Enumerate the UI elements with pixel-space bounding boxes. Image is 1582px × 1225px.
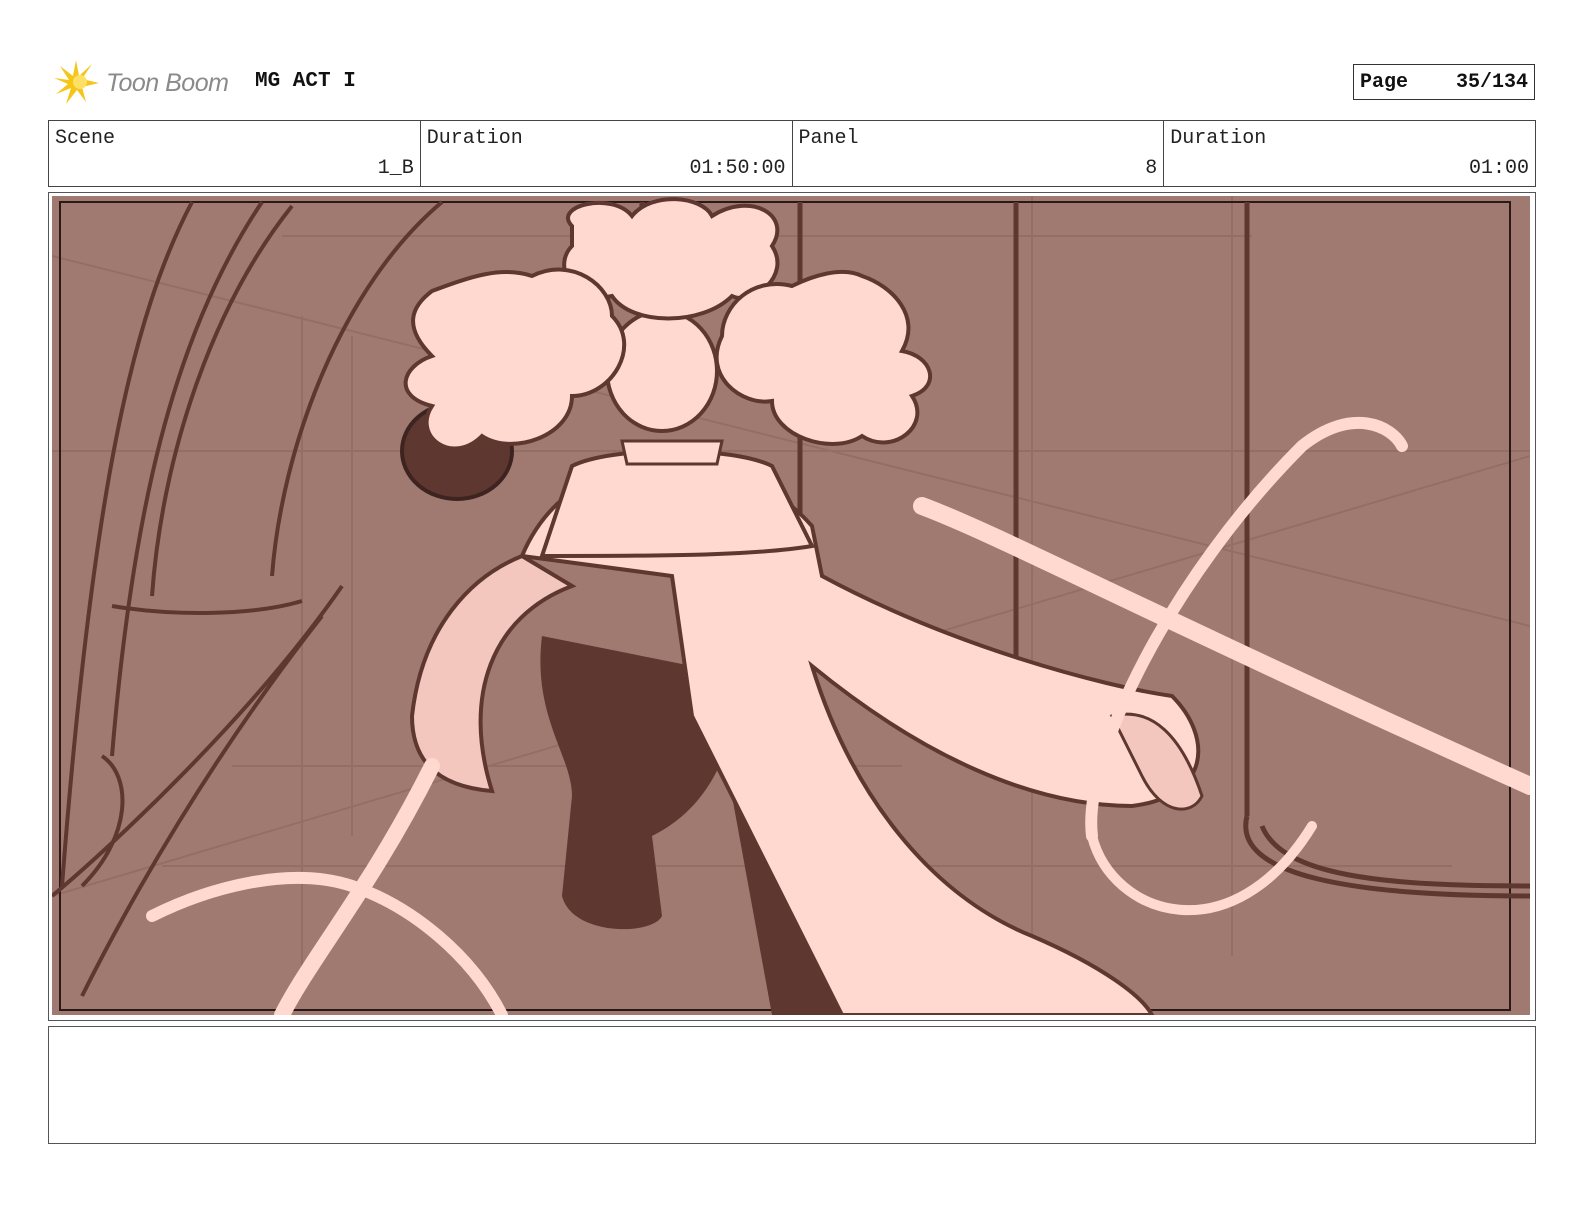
logo-text: Toon Boom — [106, 68, 229, 97]
scene-duration-value: 01:50:00 — [689, 157, 786, 180]
toon-boom-logo: Toon Boom — [52, 58, 242, 108]
storyboard-panel — [48, 192, 1536, 1021]
panel-duration-cell: Duration 01:00 — [1164, 121, 1535, 186]
scene-cell: Scene 1_B — [49, 121, 421, 186]
scene-duration-label: Duration — [426, 127, 523, 150]
panel-drawing — [52, 196, 1530, 1015]
starburst-icon — [54, 60, 99, 104]
panel-value: 8 — [1145, 157, 1158, 180]
page-number: 35/134 — [1455, 70, 1528, 94]
panel-notes — [48, 1026, 1536, 1144]
scene-label: Scene — [55, 127, 116, 150]
panel-duration-value: 01:00 — [1468, 157, 1529, 180]
project-title: MG ACT I — [255, 70, 356, 93]
scene-duration-cell: Duration 01:50:00 — [421, 121, 793, 186]
panel-cell: Panel 8 — [793, 121, 1165, 186]
panel-info-table: Scene 1_B Duration 01:50:00 Panel 8 Dura… — [48, 120, 1536, 187]
scene-value: 1_B — [377, 157, 414, 180]
panel-duration-label: Duration — [1170, 127, 1267, 150]
page-label: Page — [1360, 70, 1409, 94]
panel-label: Panel — [798, 127, 859, 150]
page-indicator: Page 35/134 — [1353, 64, 1535, 100]
